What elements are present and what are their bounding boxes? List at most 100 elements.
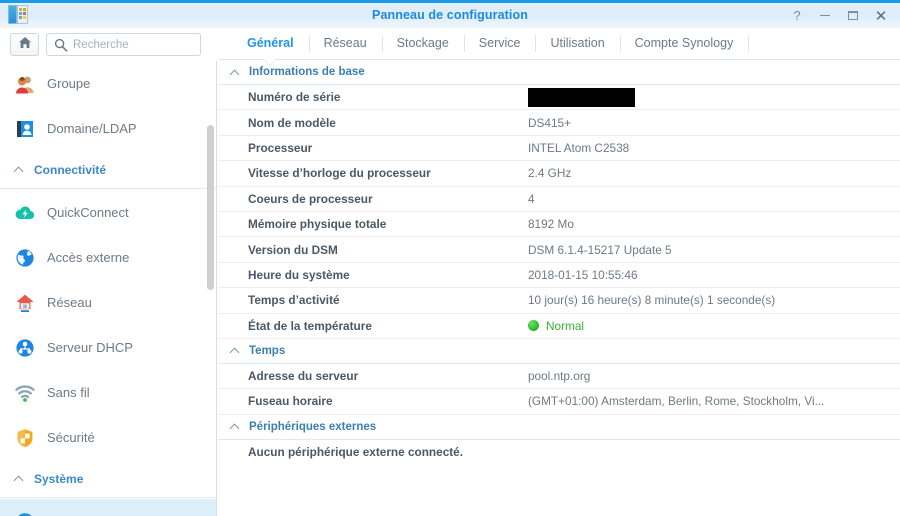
general-info-panel: Informations de base Numéro de série Nom d…: [218, 60, 900, 516]
sidebar-item-centre-d-infos[interactable]: Centre d'infos: [0, 499, 216, 516]
window-controls: ? ✕: [784, 3, 894, 28]
dhcp-server-icon: [14, 337, 36, 359]
info-row: Vitesse d’horloge du processeur 2.4 GHz: [218, 161, 900, 187]
info-circle-icon: [14, 511, 36, 516]
section-header[interactable]: Temps: [218, 339, 900, 364]
sidebar-item-label: Domaine/LDAP: [47, 121, 137, 136]
sidebar-item-acc-s-externe[interactable]: Accès externe: [0, 235, 216, 280]
home-icon: [18, 36, 32, 54]
chevron-up-icon: [230, 423, 241, 430]
info-row-value: INTEL Atom C2538: [528, 140, 630, 155]
chevron-up-icon: [230, 347, 241, 354]
info-row-value: DS415+: [528, 115, 571, 130]
search-box[interactable]: [46, 33, 201, 56]
domain-ldap-icon: [14, 118, 36, 140]
network-house-icon: [14, 292, 36, 314]
sidebar-item-label: Groupe: [47, 76, 91, 91]
info-row-value: 10 jour(s) 16 heure(s) 8 minute(s) 1 sec…: [528, 293, 776, 308]
info-row-label: Numéro de série: [248, 90, 341, 105]
info-row-value: [528, 87, 900, 107]
minimize-button[interactable]: [812, 5, 838, 27]
sidebar-item-s-curit-[interactable]: Sécurité: [0, 415, 216, 460]
group-users-icon: [14, 73, 36, 95]
section-title: Temps: [249, 344, 286, 357]
sidebar-item-groupe[interactable]: Groupe: [0, 61, 216, 106]
search-input[interactable]: [73, 38, 193, 51]
chevron-up-icon: [14, 475, 25, 482]
chevron-up-icon: [230, 69, 241, 76]
sidebar-item-sans-fil[interactable]: Sans fil: [0, 370, 216, 415]
status-label: Normal: [546, 318, 585, 333]
info-row-value: 2.4 GHz: [528, 166, 572, 181]
section-header[interactable]: Informations de base: [218, 60, 900, 85]
info-row: Heure du système 2018-01-15 10:55:46: [218, 263, 900, 289]
tab-r-seau[interactable]: Réseau: [308, 28, 382, 59]
sidebar-group-systme[interactable]: Système: [0, 460, 216, 498]
section-title: Périphériques externes: [249, 420, 377, 433]
section-title: Informations de base: [249, 66, 365, 78]
sidebar-item-label: Accès externe: [47, 250, 130, 265]
chevron-up-icon: [14, 166, 25, 173]
sidebar-nav-list: Groupe Domaine/LDAP Connectivité QuickCon…: [0, 61, 216, 516]
sidebar-item-label: Sans fil: [47, 385, 90, 400]
info-row-label: Adresse du serveur: [248, 369, 359, 384]
globe-icon: [14, 247, 36, 269]
home-button[interactable]: [10, 33, 39, 56]
sidebar-toolbar: [0, 28, 217, 61]
tab-service[interactable]: Service: [463, 28, 536, 59]
info-row-value: 4: [528, 191, 535, 206]
shield-icon: [14, 427, 36, 449]
tab-compte-synology[interactable]: Compte Synology: [619, 28, 749, 59]
sidebar-item-r-seau[interactable]: Réseau: [0, 280, 216, 325]
info-row-label: Nom de modèle: [248, 115, 336, 130]
info-row-value: 8192 Mo: [528, 217, 574, 232]
info-row-label: Vitesse d’horloge du processeur: [248, 166, 431, 181]
tab-g-n-ral[interactable]: Général: [232, 28, 309, 59]
maximize-button[interactable]: [840, 5, 866, 27]
control-panel-icon: [8, 5, 28, 24]
info-row: Coeurs de processeur 4: [218, 187, 900, 212]
info-row: Adresse du serveur pool.ntp.org: [218, 364, 900, 390]
status-dot-icon: [528, 320, 539, 332]
empty-state-note: Aucun périphérique externe connecté.: [248, 445, 464, 460]
sidebar-item-label: Sécurité: [47, 430, 95, 445]
info-row-label: Processeur: [248, 140, 313, 155]
quickconnect-cloud-icon: [14, 202, 36, 224]
close-button[interactable]: ✕: [868, 5, 894, 27]
info-row-value: (GMT+01:00) Amsterdam, Berlin, Rome, Sto…: [528, 394, 825, 409]
tab-utilisation[interactable]: Utilisation: [535, 28, 619, 59]
sidebar-item-label: QuickConnect: [47, 205, 129, 220]
sidebar-group-label: Connectivité: [34, 162, 107, 177]
info-row-value: DSM 6.1.4-15217 Update 5: [528, 242, 672, 257]
info-row-label: État de la température: [248, 318, 372, 333]
info-row: Temps d’activité 10 jour(s) 16 heure(s) 8…: [218, 288, 900, 314]
info-row: Mémoire physique totale 8192 Mo: [218, 212, 900, 238]
info-row: Numéro de série: [218, 85, 900, 111]
info-row-label: Mémoire physique totale: [248, 217, 387, 232]
info-row-value: 2018-01-15 10:55:46: [528, 267, 638, 282]
sidebar-item-quickconnect[interactable]: QuickConnect: [0, 190, 216, 235]
info-row-label: Heure du système: [248, 267, 350, 282]
tab-bar: Général Réseau Stockage Service Utilisation C…: [218, 28, 900, 60]
sidebar-item-domaine-ldap[interactable]: Domaine/LDAP: [0, 106, 216, 151]
wifi-icon: [14, 382, 36, 404]
help-button[interactable]: ?: [784, 5, 810, 27]
sidebar-scrollbar[interactable]: [207, 125, 214, 290]
info-row-label: Version du DSM: [248, 242, 338, 257]
info-row-value: pool.ntp.org: [528, 369, 591, 384]
info-row-label: Coeurs de processeur: [248, 191, 373, 206]
title-bar: Panneau de configuration ? ✕: [0, 0, 900, 28]
window-title: Panneau de configuration: [372, 8, 528, 22]
info-row: Version du DSM DSM 6.1.4-15217 Update 5: [218, 237, 900, 263]
info-row-value: Normal: [528, 319, 900, 333]
sidebar-item-label: Réseau: [47, 295, 92, 310]
tab-stockage[interactable]: Stockage: [381, 28, 464, 59]
content-area: Général Réseau Stockage Service Utilisation C…: [218, 28, 900, 516]
sidebar: Groupe Domaine/LDAP Connectivité QuickCon…: [0, 28, 217, 516]
info-row-label: Fuseau horaire: [248, 394, 333, 409]
sidebar-group-connectivit[interactable]: Connectivité: [0, 151, 216, 189]
info-row: Fuseau horaire (GMT+01:00) Amsterdam, Ber…: [218, 389, 900, 415]
section-header[interactable]: Périphériques externes: [218, 415, 900, 440]
sidebar-item-serveur-dhcp[interactable]: Serveur DHCP: [0, 325, 216, 370]
status-badge: Normal: [528, 319, 888, 333]
